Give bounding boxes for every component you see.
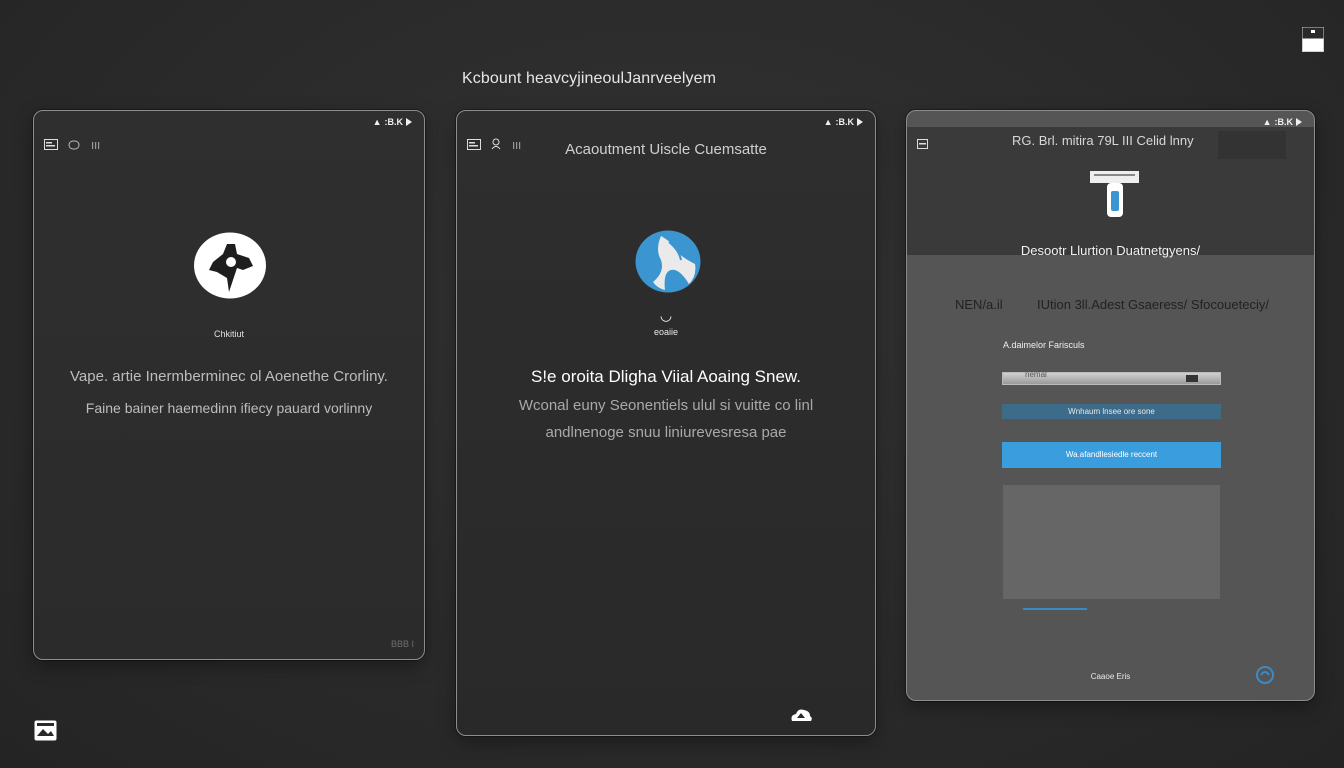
photo-icon[interactable] [34,720,57,741]
body-line-2: andlnenoge snuu liniurevesresa pae [545,424,787,441]
primary-button[interactable]: Wa.afandllesiedle reccent [1002,442,1221,468]
screen-settings-right: ▲ :B.K RG. Brl. mitira 79L III Celid lnn… [906,110,1315,701]
bars-icon[interactable] [90,137,102,155]
body-line-1: Vape. artie Inermberminec ol Aoenethe Cr… [70,368,388,385]
secondary-button[interactable]: Wnhaum lnsee ore sone [1002,404,1221,419]
battery-icon [857,118,863,126]
header-text: RG. Brl. mitira 79L III Celid lnny [1012,133,1194,148]
chat-icon[interactable] [68,137,80,155]
header-box [1218,131,1286,159]
cloud-icon[interactable] [789,707,813,727]
signal-icon: ▲ [372,117,382,127]
content-panel [1003,485,1220,599]
signal-icon: ▲ [1262,117,1272,127]
row-left-label: NEN/a.il [955,297,1003,312]
text-field[interactable]: nemal [1002,370,1221,385]
screen-title: Acaoutment Uiscle Cuemsatte [565,141,767,158]
refresh-icon[interactable] [1255,665,1275,685]
body-line-1: Wconal euny Seonentiels ulul si vuitte c… [518,397,814,414]
app-logo [193,232,267,299]
page-caption: Kcbount heavcyjineoulJanrveelyem [462,70,717,87]
page-indicator: BBB I [390,639,414,649]
tablet-icon[interactable] [1302,27,1324,52]
field-end-icon [1186,375,1198,382]
menu-icon[interactable] [917,136,928,154]
body-line-2: Faine bainer haemedinn ifiecy pauard vor… [85,400,373,416]
status-bar: ▲ :B.K [373,117,412,127]
app-logo [635,230,701,293]
loading-indicator: ◡ [659,307,673,323]
field-placeholder: nemal [1025,370,1047,379]
footer-link[interactable]: Caaoe Eris [907,672,1314,681]
settings-title: Desootr Llurtion Duatnetgyens/ [1020,243,1201,258]
row-right-label: IUtion 3ll.Adest Gsaeress/ Sfocoueteciy/ [1037,297,1269,312]
phone-icon [1090,169,1140,224]
battery-icon [406,118,412,126]
status-bar: ▲ :B.K [1263,117,1302,127]
screen-label: eoaiie [653,327,679,337]
field-label: A.daimelor Farisculs [1003,340,1085,350]
battery-icon [1296,118,1302,126]
screen-label: Chkitiut [213,329,244,339]
menu-icon[interactable] [44,137,58,155]
screen-heading: S!e oroita Dligha Viial Aoaing Snew. [531,367,801,386]
status-bar: ▲ :B.K [824,117,863,127]
screen-onboarding-left: ▲ :B.K Chkitiut Vape. artie Inermbermine… [33,110,425,660]
screen-onboarding-center: ▲ :B.K Acaoutment Uiscle Cuemsatte ◡ eoa… [456,110,876,736]
signal-icon: ▲ [823,117,833,127]
link-underline[interactable] [1023,608,1087,610]
